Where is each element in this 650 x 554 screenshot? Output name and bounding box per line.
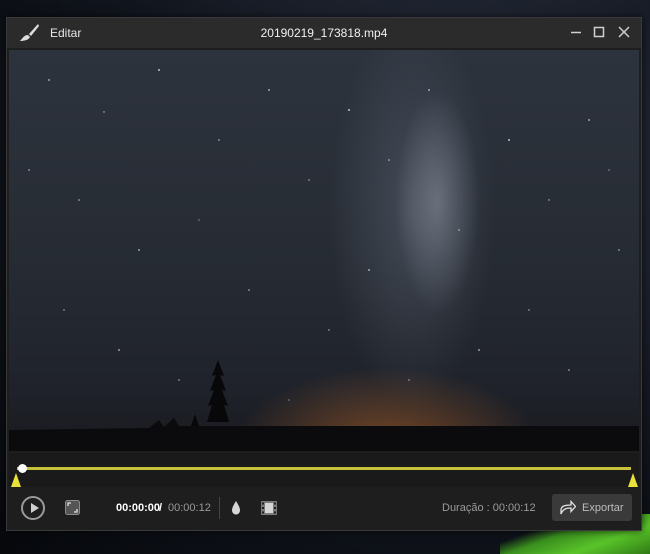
video-preview[interactable] <box>9 50 639 451</box>
share-arrow-icon <box>560 500 576 515</box>
timeline-track[interactable] <box>17 467 631 470</box>
current-time: 00:00:00 <box>116 502 161 514</box>
play-icon[interactable] <box>21 496 45 520</box>
close-icon[interactable] <box>616 24 632 40</box>
export-label: Exportar <box>582 502 624 514</box>
window-title: 20190219_173818.mp4 <box>260 26 388 40</box>
trim-start-handle[interactable] <box>11 473 21 487</box>
export-button[interactable]: Exportar <box>552 494 632 521</box>
trim-end-handle[interactable] <box>628 473 638 487</box>
time-separator: / <box>159 502 163 514</box>
playback-controls: 00:00:00 / 00:00:12 Duração : 00:00:12 E… <box>9 488 639 530</box>
total-time: 00:00:12 <box>168 502 211 514</box>
film-strip-icon[interactable] <box>260 499 278 517</box>
trim-timeline[interactable] <box>9 453 639 487</box>
video-frame-stars <box>9 69 639 451</box>
water-drop-icon[interactable] <box>229 499 243 517</box>
fullscreen-icon[interactable] <box>65 500 80 515</box>
minimize-icon[interactable] <box>568 24 584 40</box>
editor-window: Editar 20190219_173818.mp4 00:00:00 / 00… <box>6 17 642 531</box>
title-bar[interactable]: Editar 20190219_173818.mp4 <box>7 18 641 48</box>
duration-label: Duração : 00:00:12 <box>442 502 536 514</box>
maximize-icon[interactable] <box>591 24 607 40</box>
controls-divider <box>219 497 220 519</box>
playhead[interactable] <box>18 464 27 473</box>
